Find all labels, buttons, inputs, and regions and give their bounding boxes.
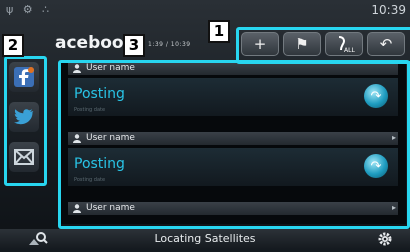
- gps-status: Locating Satellites: [154, 232, 256, 245]
- callout-label-1: 1: [208, 20, 230, 43]
- gear-icon: [378, 232, 392, 246]
- status-bar: ψ ⚙ ∴ 10:39: [0, 0, 410, 22]
- datetime: 1:39 / 10:39: [148, 41, 191, 48]
- callout-box-list: [58, 60, 410, 229]
- callout-label-2: 2: [2, 34, 24, 57]
- clock: 10:39: [371, 3, 406, 17]
- callout-box-sidebar: [4, 56, 47, 186]
- screen: ψ ⚙ ∴ 10:39 acebook 1:39 / 10:39 + ⚑ ALL…: [0, 0, 410, 249]
- callout-label-3: 3: [123, 34, 145, 57]
- callout-box-toolbar: [236, 27, 410, 64]
- status-icons: ψ ⚙ ∴: [6, 3, 53, 16]
- bottom-bar: Locating Satellites: [0, 229, 410, 249]
